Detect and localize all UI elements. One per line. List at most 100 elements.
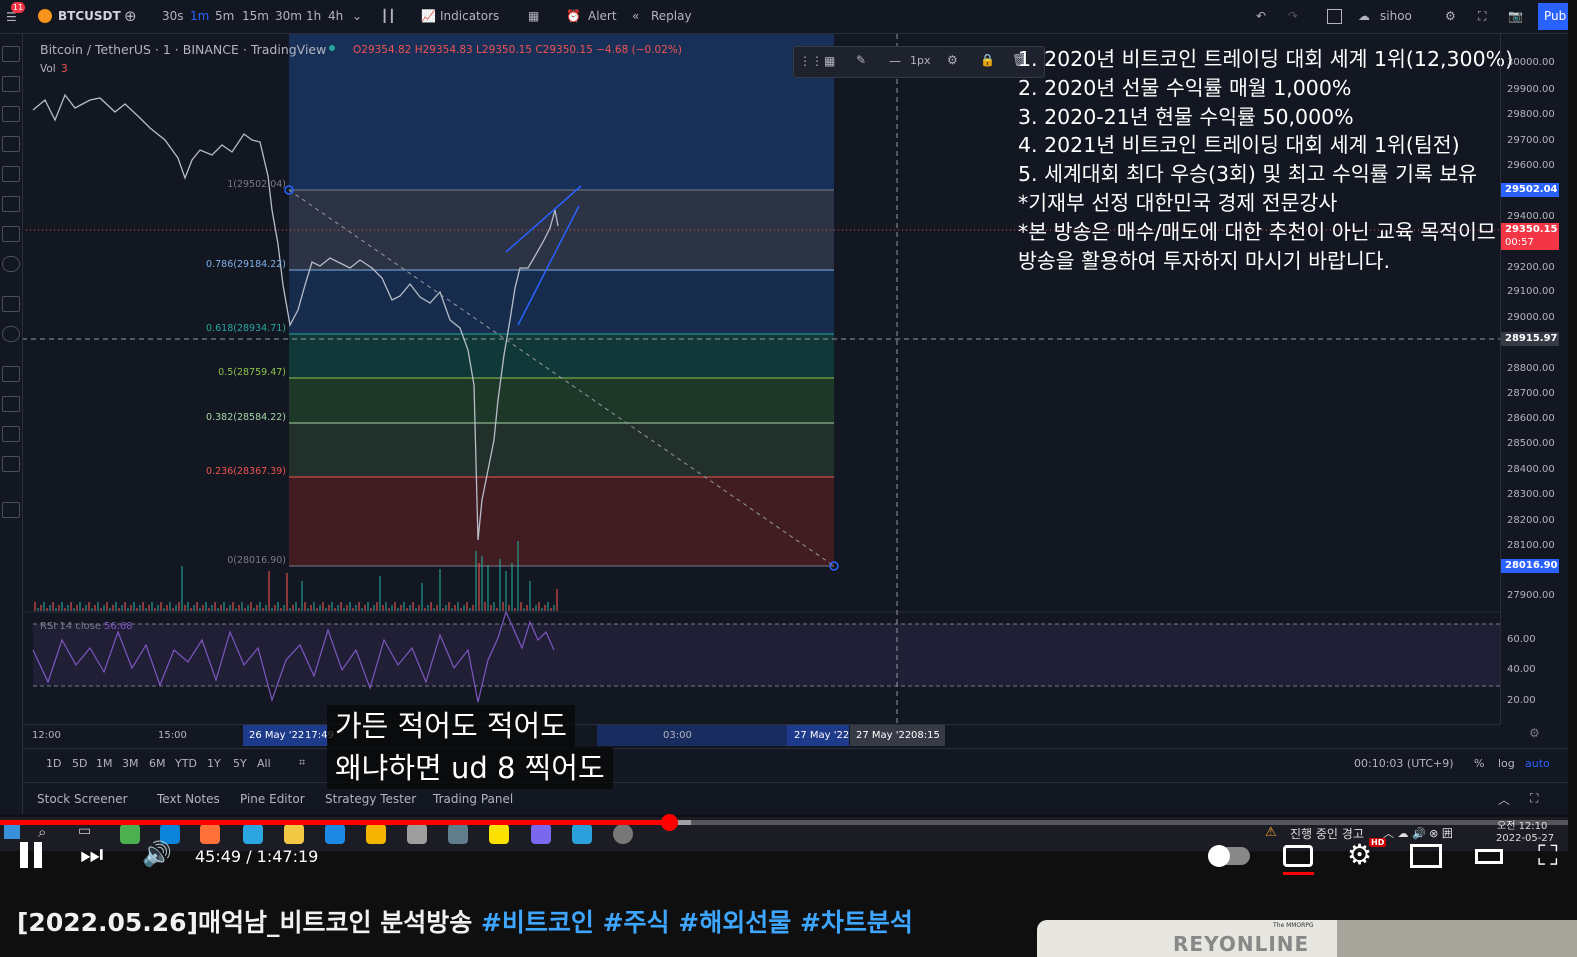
goto-date-icon[interactable]: ⌗	[299, 756, 305, 770]
maximize-panel-icon[interactable]: ⛶	[1530, 791, 1538, 806]
hashtag-link[interactable]: #비트코인	[481, 908, 594, 937]
undo-icon[interactable]: ↶	[1256, 9, 1266, 23]
line-width-value[interactable]: 1px	[910, 54, 931, 67]
trash-icon[interactable]	[2, 502, 20, 518]
volume-bar	[310, 605, 312, 611]
range-1m[interactable]: 1M	[96, 757, 113, 770]
next-icon[interactable]: ⏭	[80, 840, 103, 871]
windows-start-icon[interactable]	[4, 823, 20, 839]
volume-bar	[421, 583, 423, 611]
templates-icon[interactable]: ▦	[528, 9, 539, 23]
compare-add-icon[interactable]: ⊕	[124, 7, 137, 25]
price-scale[interactable]: 30000.00 29900.00 29800.00 29700.00 29600.00…	[1500, 34, 1568, 740]
replay-button[interactable]: Replay	[651, 9, 692, 23]
publish-button[interactable]: Pub	[1538, 3, 1568, 30]
range-5y[interactable]: 5Y	[233, 757, 247, 770]
interval-1h[interactable]: 1h	[306, 9, 321, 23]
trendline-tool-icon[interactable]	[2, 76, 20, 92]
interval-dropdown-icon[interactable]: ⌄	[352, 9, 362, 23]
volume-bar	[454, 605, 456, 611]
subtitles-icon[interactable]	[1283, 845, 1313, 867]
time-label-0300: 03:00	[663, 730, 692, 741]
layout-name[interactable]: sihoo	[1380, 9, 1412, 23]
brush-tool-icon[interactable]	[2, 136, 20, 152]
crosshair-tool-icon[interactable]	[2, 46, 20, 62]
alert-button[interactable]: Alert	[588, 9, 617, 23]
video-progress-bar[interactable]	[0, 814, 1568, 831]
hashtag-link[interactable]: #주식	[603, 908, 670, 937]
hashtag-link[interactable]: #해외선물	[678, 908, 791, 937]
shapes-tool-icon[interactable]	[2, 256, 20, 272]
range-all[interactable]: All	[257, 757, 271, 770]
volume-bar	[349, 602, 351, 611]
line-color-icon[interactable]: ✎	[856, 53, 866, 67]
clock-display[interactable]: 00:10:03 (UTC+9)	[1354, 757, 1454, 770]
text-tool-icon[interactable]	[2, 166, 20, 182]
progress-scrubber[interactable]	[661, 814, 678, 831]
drawing-lock-icon[interactable]: 🔒	[980, 53, 995, 67]
zoom-icon[interactable]	[2, 326, 20, 342]
indicators-button[interactable]: Indicators	[440, 9, 499, 23]
tab-strategy-tester[interactable]: Strategy Tester	[325, 792, 416, 806]
interval-15m[interactable]: 15m	[242, 9, 269, 23]
tab-text-notes[interactable]: Text Notes	[157, 792, 220, 806]
volume-bar	[103, 605, 105, 611]
fib-tool-icon[interactable]	[2, 106, 20, 122]
prediction-tool-icon[interactable]	[2, 226, 20, 242]
ruler-icon[interactable]	[2, 296, 20, 312]
volume-icon[interactable]: 🔊	[142, 840, 172, 868]
stay-drawing-icon[interactable]	[2, 396, 20, 412]
auto-toggle[interactable]: auto	[1525, 757, 1550, 770]
layout-icon[interactable]	[1327, 9, 1342, 24]
volume-bar	[112, 605, 114, 611]
pattern-tool-icon[interactable]	[2, 196, 20, 212]
range-5d[interactable]: 5D	[72, 757, 87, 770]
interval-30m[interactable]: 30m	[275, 9, 302, 23]
rsi-legend-label: RSI 14 close	[40, 621, 102, 632]
ad-banner[interactable]: The MMORPG REYONLINE	[1037, 920, 1577, 957]
fullscreen-icon[interactable]: ⛶	[1478, 9, 1486, 24]
pause-icon[interactable]	[34, 842, 42, 868]
volume-bar	[256, 605, 258, 611]
range-1y[interactable]: 1Y	[207, 757, 221, 770]
volume-bar	[352, 608, 354, 611]
pause-icon-bar1[interactable]	[20, 842, 28, 868]
task-view-icon[interactable]: ▭	[78, 823, 91, 839]
theater-mode-icon[interactable]	[1475, 849, 1503, 864]
volume-bar	[208, 608, 210, 611]
hashtag-link[interactable]: #차트분석	[800, 908, 913, 937]
interval-5m[interactable]: 5m	[215, 9, 234, 23]
hide-icon[interactable]	[2, 456, 20, 472]
range-ytd[interactable]: YTD	[175, 757, 197, 770]
collapse-panel-icon[interactable]: ︿	[1498, 791, 1510, 808]
candle-type-icon[interactable]: ┃┃	[381, 9, 395, 23]
interval-4h[interactable]: 4h	[328, 9, 343, 23]
symbol-search[interactable]: BTCUSDT	[58, 9, 121, 23]
ohlc-values: O29354.82 H29354.83 L29350.15 C29350.15 …	[353, 44, 682, 56]
settings-icon[interactable]: ⚙	[1445, 9, 1456, 23]
scale-settings-icon[interactable]: ⚙	[1529, 726, 1540, 740]
fullscreen-icon[interactable]: ⛶	[1538, 842, 1558, 870]
range-3m[interactable]: 3M	[122, 757, 139, 770]
drawing-settings-icon[interactable]: ⚙	[947, 53, 958, 67]
percent-toggle[interactable]: %	[1474, 757, 1484, 770]
range-6m[interactable]: 6M	[149, 757, 166, 770]
fib-template-icon[interactable]: ▦	[824, 54, 835, 68]
drag-handle-icon[interactable]: ⋮⋮	[799, 54, 823, 68]
interval-30s[interactable]: 30s	[162, 9, 184, 23]
tab-stock-screener[interactable]: Stock Screener	[37, 792, 128, 806]
tab-pine-editor[interactable]: Pine Editor	[240, 792, 305, 806]
magnet-icon[interactable]	[2, 366, 20, 382]
line-width-icon[interactable]: —	[889, 54, 901, 68]
lock-icon[interactable]	[2, 426, 20, 442]
redo-icon[interactable]: ↷	[1288, 9, 1298, 23]
miniplayer-icon[interactable]	[1410, 844, 1442, 868]
price-label: 28400.00	[1507, 464, 1555, 475]
interval-1m[interactable]: 1m	[190, 9, 209, 23]
time-axis[interactable]: 12:00 15:00 26 May '22 17:49 03:00 27 Ma…	[22, 724, 1500, 747]
log-toggle[interactable]: log	[1498, 757, 1515, 770]
snapshot-icon[interactable]: 📷	[1508, 9, 1523, 23]
volume-bar	[529, 581, 531, 611]
range-1d[interactable]: 1D	[46, 757, 61, 770]
tab-trading-panel[interactable]: Trading Panel	[433, 792, 513, 806]
